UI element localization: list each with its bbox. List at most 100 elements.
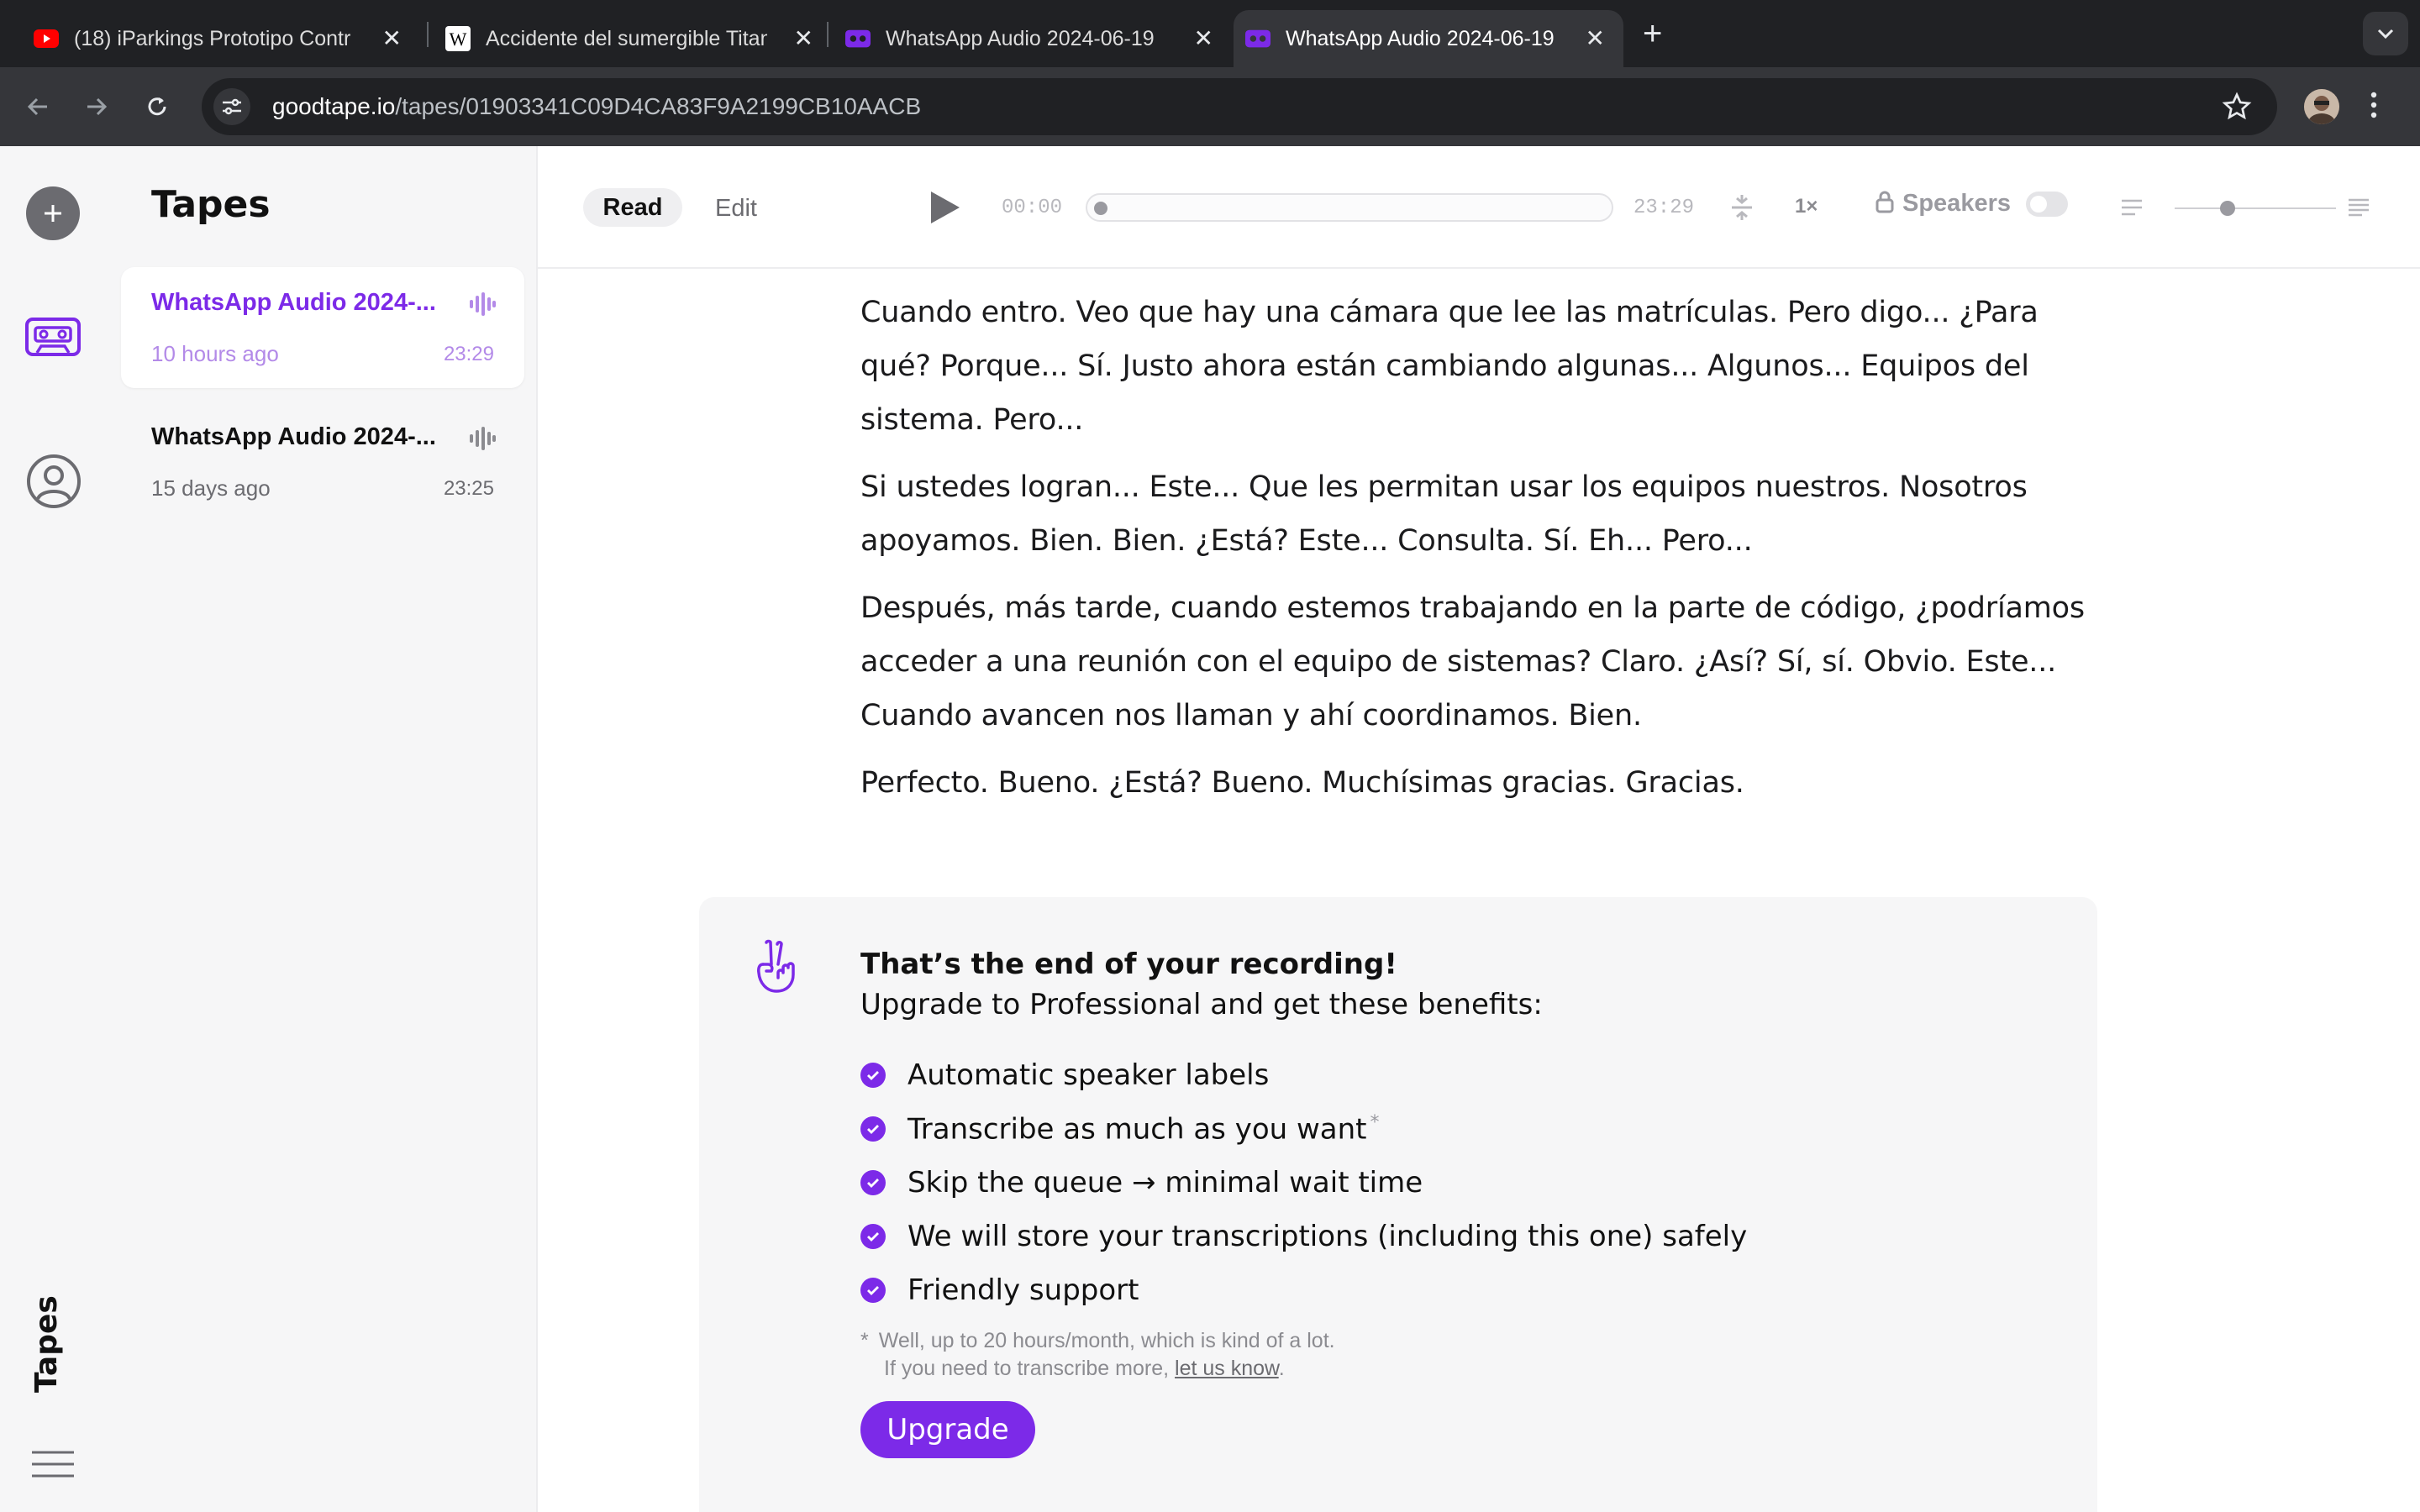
text-small-icon xyxy=(2121,198,2143,221)
benefit-item: Transcribe as much as you want * xyxy=(860,1102,1747,1156)
footnote-star: * xyxy=(860,1329,869,1352)
benefit-text: Skip the queue → minimal wait time xyxy=(908,1166,1423,1200)
site-settings-icon[interactable] xyxy=(213,88,250,125)
upgrade-panel: That’s the end of your recording! Upgrad… xyxy=(699,897,2097,1512)
browser-menu-icon[interactable] xyxy=(2370,91,2378,123)
play-icon xyxy=(931,192,960,223)
close-tab-icon[interactable]: ✕ xyxy=(794,27,813,50)
profile-avatar[interactable] xyxy=(2304,89,2339,124)
wikipedia-icon: W xyxy=(445,26,471,51)
play-button[interactable] xyxy=(926,188,963,231)
close-tab-icon[interactable]: ✕ xyxy=(1194,27,1213,50)
tab-separator xyxy=(827,22,829,47)
transcript-paragraph: Cuando entro. Veo que hay una cámara que… xyxy=(860,296,2039,437)
progress-knob[interactable] xyxy=(1094,202,1107,215)
transcript-paragraph: Después, más tarde, cuando estemos traba… xyxy=(860,591,2085,732)
tape-detail: Read Edit 00:00 23:29 1× Speakers Cuando… xyxy=(538,146,2420,1512)
url-host: goodtape.io xyxy=(272,93,396,119)
tapes-nav-button[interactable] xyxy=(25,318,81,360)
benefit-item: Friendly support xyxy=(860,1263,1747,1317)
footnote: * Well, up to 20 hours/month, which is ki… xyxy=(860,1327,1335,1383)
account-nav-button[interactable] xyxy=(26,454,82,513)
tab-search-button[interactable] xyxy=(2363,12,2408,55)
benefit-item: Automatic speaker labels xyxy=(860,1048,1747,1102)
total-time: 23:29 xyxy=(1634,197,1695,219)
tape-list-pane: Tapes WhatsApp Audio 2024-... 10 hours a… xyxy=(108,146,538,1512)
rail-section-label: Tapes xyxy=(29,1295,64,1393)
cassette-icon xyxy=(25,318,81,356)
check-icon xyxy=(860,1063,886,1088)
hamburger-menu-button[interactable] xyxy=(30,1450,76,1483)
benefit-text-main: Transcribe as much as you want xyxy=(908,1112,1367,1147)
benefit-item: We will store your transcriptions (inclu… xyxy=(860,1210,1747,1263)
plus-icon xyxy=(45,205,61,222)
chevron-down-icon xyxy=(2377,29,2394,39)
tape-duration: 23:25 xyxy=(443,477,494,500)
user-circle-icon xyxy=(27,454,81,508)
speakers-toggle[interactable] xyxy=(2026,191,2068,217)
split-paragraph-icon[interactable] xyxy=(1729,193,1754,226)
tape-list-item[interactable]: WhatsApp Audio 2024-... 15 days ago 23:2… xyxy=(121,402,524,522)
url-path: /tapes/01903341C09D4CA83F9A2199CB10AACB xyxy=(395,93,922,119)
waveform-icon xyxy=(469,292,496,320)
tape-age: 10 hours ago xyxy=(151,341,279,366)
browser-tab-bar: (18) iParkings Prototipo Contr ✕ W Accid… xyxy=(0,0,2420,67)
check-icon xyxy=(860,1278,886,1303)
hamburger-icon xyxy=(32,1451,74,1478)
speakers-control: Speakers xyxy=(1876,190,2068,218)
benefit-text: Automatic speaker labels xyxy=(908,1058,1270,1092)
text-large-icon xyxy=(2348,198,2370,221)
edit-mode-tab[interactable]: Edit xyxy=(715,195,757,223)
tape-list-item-selected[interactable]: WhatsApp Audio 2024-... 10 hours ago 23:… xyxy=(121,267,524,388)
slider-track xyxy=(2175,207,2336,209)
goodtape-icon xyxy=(845,26,871,51)
browser-tab-active[interactable]: WhatsApp Audio 2024-06-19 ✕ xyxy=(1234,10,1623,67)
peace-hand-icon xyxy=(755,939,800,999)
current-time: 00:00 xyxy=(1002,197,1063,219)
address-bar[interactable]: goodtape.io/tapes/01903341C09D4CA83F9A21… xyxy=(202,78,2277,135)
new-tab-icon[interactable]: + xyxy=(1643,15,1662,52)
playback-progress-bar[interactable] xyxy=(1086,193,1613,222)
read-mode-tab[interactable]: Read xyxy=(583,188,682,227)
footnote-text: . xyxy=(1278,1357,1285,1380)
footnote-line: If you need to transcribe more, let us k… xyxy=(860,1355,1335,1383)
transcript: Cuando entro. Veo que hay una cámara que… xyxy=(860,286,2087,823)
browser-tab[interactable]: (18) iParkings Prototipo Contr ✕ xyxy=(34,10,420,67)
url-text: goodtape.io/tapes/01903341C09D4CA83F9A21… xyxy=(272,93,921,120)
tape-age: 15 days ago xyxy=(151,475,271,501)
text-size-slider[interactable] xyxy=(2121,192,2373,225)
add-tape-button[interactable] xyxy=(26,186,80,240)
goodtape-app: Tapes Tapes WhatsApp Audio 2024-... 10 h… xyxy=(0,146,2420,1512)
benefit-item: Skip the queue → minimal wait time xyxy=(860,1156,1747,1210)
tape-duration: 23:29 xyxy=(443,343,494,365)
close-tab-icon[interactable]: ✕ xyxy=(382,27,402,50)
speakers-label: Speakers xyxy=(1902,190,2011,217)
tape-title: WhatsApp Audio 2024-... xyxy=(151,289,436,316)
close-tab-icon[interactable]: ✕ xyxy=(1586,27,1605,50)
slider-thumb[interactable] xyxy=(2220,201,2236,216)
back-button[interactable] xyxy=(18,87,57,126)
benefit-text: Friendly support xyxy=(908,1273,1139,1307)
arrow-right-icon xyxy=(87,97,108,116)
svg-text:W: W xyxy=(450,29,467,50)
upsell-subline: Upgrade to Professional and get these be… xyxy=(860,988,1543,1021)
player-toolbar: Read Edit 00:00 23:29 1× Speakers xyxy=(538,146,2420,269)
goodtape-icon xyxy=(1245,26,1270,51)
bookmark-star-icon[interactable] xyxy=(2222,92,2252,126)
benefit-text: Transcribe as much as you want * xyxy=(908,1112,1380,1146)
browser-tab[interactable]: W Accidente del sumergible Titan ✕ xyxy=(445,10,832,67)
transcript-paragraph: Si ustedes logran... Este... Que les per… xyxy=(860,470,2028,558)
footnote-text: Well, up to 20 hours/month, which is kin… xyxy=(878,1329,1335,1352)
reload-button[interactable] xyxy=(138,87,176,126)
contact-link[interactable]: let us know xyxy=(1175,1357,1279,1380)
upgrade-button[interactable]: Upgrade xyxy=(860,1401,1035,1458)
upsell-headline: That’s the end of your recording! xyxy=(860,948,1397,981)
reload-icon xyxy=(148,97,166,116)
toggle-knob xyxy=(2030,195,2047,213)
tab-title: Accidente del sumergible Titan xyxy=(486,26,767,50)
forward-button[interactable] xyxy=(77,87,116,126)
browser-tab[interactable]: WhatsApp Audio 2024-06-19 ✕ xyxy=(845,10,1232,67)
playback-speed[interactable]: 1× xyxy=(1795,195,1818,218)
tape-title: WhatsApp Audio 2024-... xyxy=(151,423,436,450)
transcript-paragraph: Perfecto. Bueno. ¿Está? Bueno. Muchísima… xyxy=(860,766,1744,800)
